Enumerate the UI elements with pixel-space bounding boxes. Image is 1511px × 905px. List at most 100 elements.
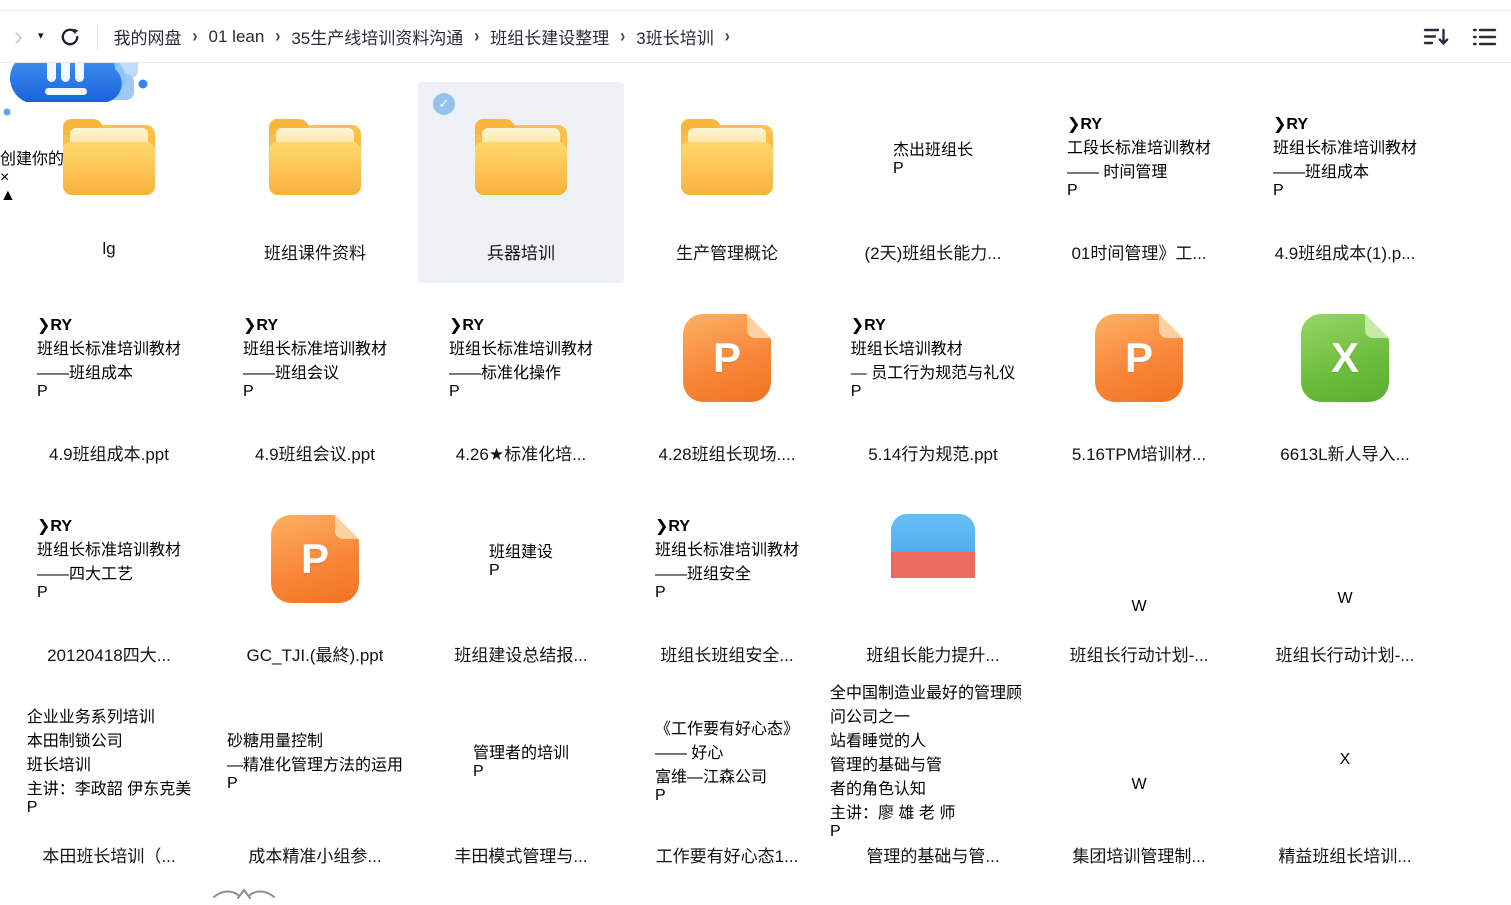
file-icon-area: 《工作要有好心态》—— 好心富维—江森公司P [655, 685, 799, 835]
breadcrumb-separator-icon: › [725, 26, 730, 47]
navigation-toolbar: › ▾ 我的网盘›01 lean›35生产线培训资料沟通›班组长建设整理›3班长… [0, 11, 1511, 63]
file-tile[interactable]: W班组长行动计划-... [1242, 484, 1448, 685]
slide-thumbnail: ❯RY班组长标准培训教材——班组成本 [1273, 114, 1417, 182]
view-controls [1423, 25, 1497, 49]
file-tile[interactable]: ❯RY班组长标准培训教材——班组安全P班组长班组安全... [624, 484, 830, 685]
file-tile[interactable]: 企业业务系列培训本田制锁公司班长培训主讲：李政韶 伊东克美P本田班长培训（... [6, 685, 212, 886]
breadcrumb-item[interactable]: 01 lean [209, 27, 265, 47]
file-icon-area: W [1131, 685, 1146, 835]
badge-letter: P [655, 584, 666, 601]
file-tile[interactable]: 班组长能力提升... [830, 484, 1036, 685]
slide-side-char: 站 [830, 733, 846, 750]
ppt-badge-icon: P [830, 823, 841, 840]
file-icon-area: ❯RY班组长标准培训教材——班组安全P [655, 484, 799, 634]
file-tile[interactable]: W班组长行动计划-... [1036, 484, 1242, 685]
file-icon-area: W [1131, 484, 1146, 634]
file-tile[interactable]: 管理者的培训P丰田模式管理与... [418, 685, 624, 886]
badge-letter: P [1273, 182, 1284, 199]
document-thumbnail [1131, 502, 1146, 598]
file-name: 01时间管理》工... [1071, 239, 1206, 264]
file-tile[interactable]: W集团培训管理制... [1036, 685, 1242, 886]
slide-text: 班长培训 [27, 751, 191, 775]
file-tile[interactable]: PGC_TJI.(最終).ppt [212, 484, 418, 685]
folder-icon [681, 119, 773, 195]
badge-letter: P [243, 383, 254, 400]
slide-title: 班组长标准培训教材 [243, 335, 387, 359]
file-tile[interactable]: 全中国制造业最好的管理顾问公司之一站看睡觉的人管理的基础与管者的角色认知主讲：廖… [830, 685, 1036, 886]
file-name: 班组课件资料 [264, 239, 366, 264]
badge-letter: P [227, 775, 238, 792]
file-tile[interactable]: X精益班组长培训... [1242, 685, 1448, 886]
slide-title: 杰出班组长 [893, 136, 973, 160]
file-icon-area: 班组建设P [489, 484, 553, 634]
file-tile[interactable]: ❯RY班组长标准培训教材——四大工艺P20120418四大... [6, 484, 212, 685]
file-tile[interactable]: 杰出班组长P(2天)班组长能力... [830, 82, 1036, 283]
file-name: 本田班长培训（... [42, 842, 175, 867]
file-tile[interactable]: ❯RY班组长标准培训教材——班组成本P4.9班组成本(1).p... [1242, 82, 1448, 283]
folder-icon [63, 119, 155, 195]
file-tile[interactable]: ❯RY班组长标准培训教材——班组会议P4.9班组会议.ppt [212, 283, 418, 484]
forward-chevron-icon[interactable]: › [12, 23, 25, 50]
folder-icon [269, 119, 361, 195]
file-tile[interactable]: 砂糖用量控制—精准化管理方法的运用P成本精准小组参... [212, 685, 418, 886]
file-name: 4.26★标准化培... [456, 440, 587, 465]
slide-thumbnail: ❯RY班组长培训教材— 员工行为规范与礼仪 [851, 315, 1015, 383]
file-icon-area: ❯RY班组长标准培训教材——班组成本P [37, 283, 181, 433]
file-tile[interactable]: P5.16TPM培训材... [1036, 283, 1242, 484]
check-badge-icon: ✓ [433, 93, 455, 115]
file-name: 20120418四大... [47, 641, 171, 666]
file-tile[interactable]: ❯RY班组长标准培训教材——班组成本P4.9班组成本.ppt [6, 283, 212, 484]
refresh-icon[interactable] [58, 25, 82, 49]
file-tile[interactable]: 《工作要有好心态》—— 好心富维—江森公司P工作要有好心态1... [624, 685, 830, 886]
chery-logo-mark: ❯RY [37, 317, 72, 334]
file-name: 班组长能力提升... [866, 641, 999, 666]
file-tile[interactable]: X 6613L新人导入... [1242, 283, 1448, 484]
file-icon-area: P [683, 283, 771, 433]
file-tile[interactable]: lg [6, 82, 212, 283]
file-tile-partial[interactable] [1242, 886, 1448, 905]
file-tile[interactable]: ✓兵器培训 [418, 82, 624, 283]
slide-tab-label: 管理者的培训 [473, 739, 569, 763]
slide-title: 者的角色认知 [830, 775, 1036, 799]
ppt-badge-icon: P [1067, 182, 1078, 199]
file-icon-area: ❯RY班组长标准培训教材——标准化操作P [449, 283, 593, 433]
sort-icon[interactable] [1423, 25, 1449, 49]
slide-thumbnail: ❯RY班组长标准培训教材——班组安全 [655, 516, 799, 584]
history-dropdown-icon[interactable]: ▾ [38, 31, 44, 42]
file-tile-partial[interactable] [1036, 886, 1242, 905]
file-tile-partial[interactable] [418, 886, 624, 905]
file-tile[interactable]: ❯RY班组长标准培训教材——标准化操作P 4.26★标准化培... [418, 283, 624, 484]
file-tile[interactable]: 班组建设P班组建设总结报... [418, 484, 624, 685]
file-tile[interactable]: 生产管理概论 [624, 82, 830, 283]
ppt-badge-icon: P [1273, 182, 1284, 199]
slide-title: 管理的基础与管 [830, 751, 1036, 775]
chery-logo-mark: ❯RY [37, 518, 72, 535]
badge-letter: W [1337, 590, 1352, 607]
badge-letter: P [893, 160, 904, 177]
slide-subtitle: —— 时间管理 [1067, 158, 1211, 182]
breadcrumb-item[interactable]: 班组长建设整理 [490, 24, 609, 49]
badge-letter: W [1131, 776, 1146, 793]
badge-letter: P [449, 383, 460, 400]
breadcrumb-item[interactable]: 我的网盘 [114, 24, 182, 49]
file-icon-area [681, 82, 773, 232]
file-letter: P [683, 314, 771, 402]
file-tile-partial[interactable] [830, 886, 1036, 905]
breadcrumb-item[interactable]: 3班长培训 [636, 24, 713, 49]
file-name: 5.14行为规范.ppt [868, 440, 997, 465]
file-tile[interactable]: ❯RY班组长培训教材— 员工行为规范与礼仪P5.14行为规范.ppt [830, 283, 1036, 484]
file-icon-area: X [1301, 283, 1389, 433]
badge-letter: P [830, 823, 841, 840]
file-tile[interactable]: P4.28班组长现场.... [624, 283, 830, 484]
list-view-icon[interactable] [1471, 25, 1497, 49]
breadcrumb-separator-icon: › [620, 26, 625, 47]
slide-subtitle: ——四大工艺 [37, 560, 181, 584]
file-tile-partial[interactable] [212, 886, 418, 905]
toolbar-divider [97, 24, 98, 50]
ppt-badge-icon: P [655, 584, 666, 601]
breadcrumb-item[interactable]: 35生产线培训资料沟通 [291, 24, 463, 49]
file-tile[interactable]: 班组课件资料 [212, 82, 418, 283]
file-tile[interactable]: ❯RY工段长标准培训教材—— 时间管理P01时间管理》工... [1036, 82, 1242, 283]
file-tile-partial[interactable] [624, 886, 830, 905]
file-name: 6613L新人导入... [1280, 440, 1409, 465]
